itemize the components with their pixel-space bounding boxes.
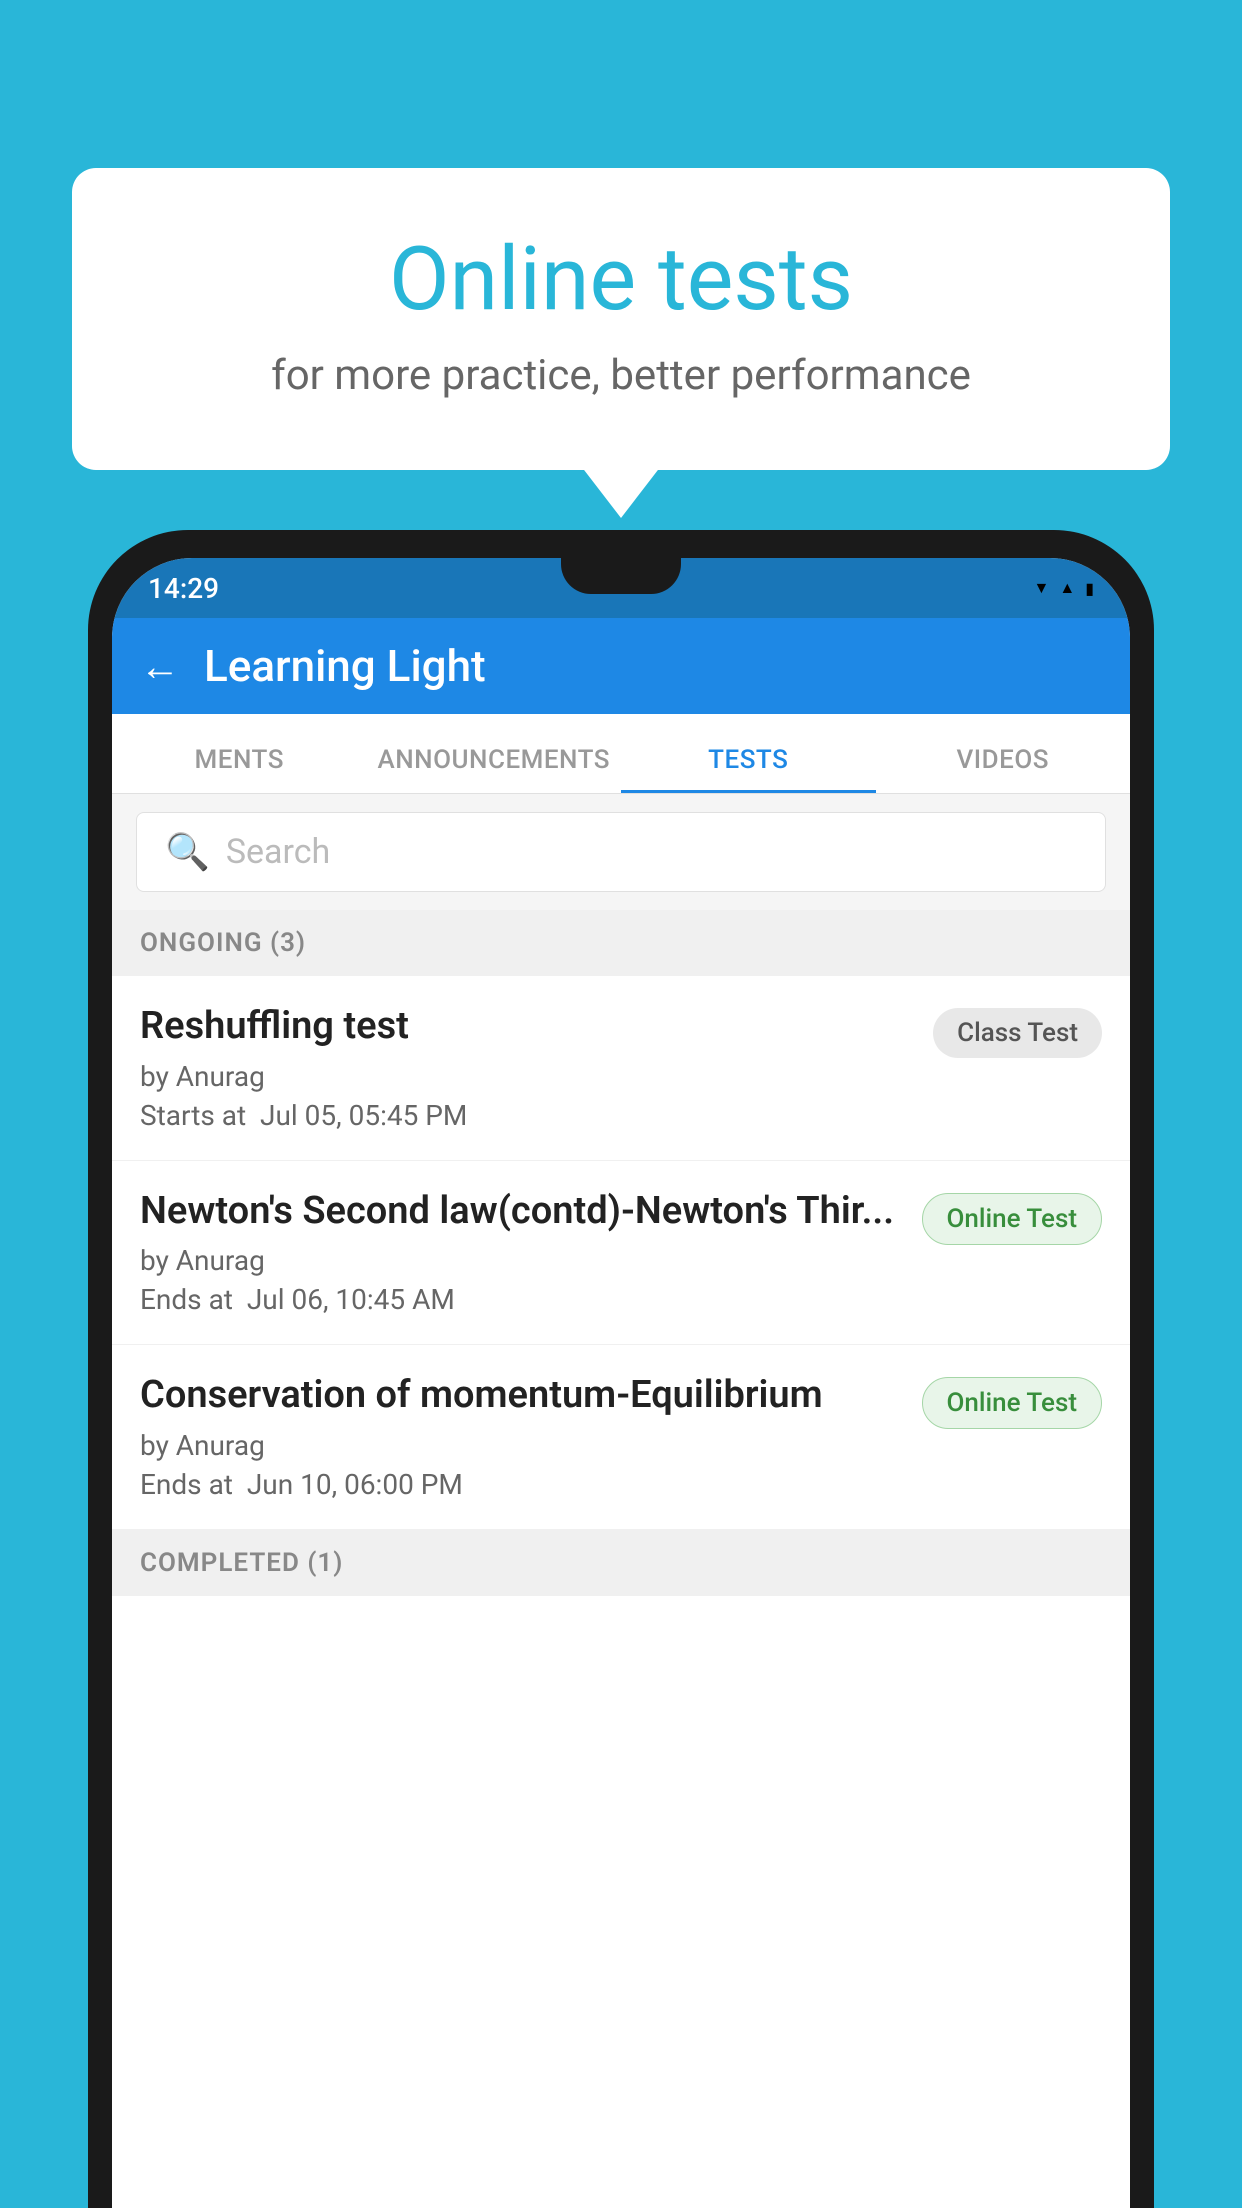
bubble-title: Online tests — [152, 228, 1090, 331]
wifi-icon: ▼ — [1034, 578, 1050, 598]
search-container: 🔍 Search — [112, 794, 1130, 910]
signal-icon: ▲ — [1059, 578, 1075, 598]
status-time: 14:29 — [148, 572, 219, 605]
tab-announcements[interactable]: ANNOUNCEMENTS — [367, 745, 622, 793]
tab-ments[interactable]: MENTS — [112, 745, 367, 793]
test-info: Reshuffling test by Anurag Starts at Jul… — [140, 1004, 933, 1132]
test-by: by Anurag — [140, 1244, 902, 1277]
test-date: Ends at Jun 10, 06:00 PM — [140, 1468, 902, 1501]
test-badge: Online Test — [922, 1377, 1103, 1429]
test-badge: Class Test — [933, 1008, 1102, 1058]
phone-notch — [561, 558, 681, 594]
test-item[interactable]: Reshuffling test by Anurag Starts at Jul… — [112, 976, 1130, 1161]
tab-bar: MENTS ANNOUNCEMENTS TESTS VIDEOS — [112, 714, 1130, 794]
test-info: Newton's Second law(contd)-Newton's Thir… — [140, 1189, 922, 1317]
test-info: Conservation of momentum-Equilibrium by … — [140, 1373, 922, 1501]
ongoing-section-header: ONGOING (3) — [112, 910, 1130, 976]
search-icon: 🔍 — [165, 831, 210, 873]
back-button[interactable]: ← — [140, 643, 180, 690]
test-date: Starts at Jul 05, 05:45 PM — [140, 1099, 913, 1132]
bubble-subtitle: for more practice, better performance — [152, 351, 1090, 400]
completed-section-header: COMPLETED (1) — [112, 1530, 1130, 1596]
promo-bubble: Online tests for more practice, better p… — [72, 168, 1170, 470]
app-header: ← Learning Light — [112, 618, 1130, 714]
test-name: Reshuffling test — [140, 1004, 913, 1050]
test-name: Conservation of momentum-Equilibrium — [140, 1373, 902, 1419]
test-by: by Anurag — [140, 1429, 902, 1462]
search-bar[interactable]: 🔍 Search — [136, 812, 1106, 892]
tests-list: Reshuffling test by Anurag Starts at Jul… — [112, 976, 1130, 1530]
battery-icon: ▮ — [1085, 579, 1094, 598]
phone-screen: 14:29 ▼ ▲ ▮ ← Learning Light MENTS ANNOU… — [112, 558, 1130, 2208]
tab-tests[interactable]: TESTS — [621, 745, 876, 793]
tab-videos[interactable]: VIDEOS — [876, 745, 1131, 793]
test-badge: Online Test — [922, 1193, 1103, 1245]
search-input[interactable]: Search — [226, 832, 330, 872]
test-item[interactable]: Newton's Second law(contd)-Newton's Thir… — [112, 1161, 1130, 1346]
status-icons: ▼ ▲ ▮ — [1034, 578, 1095, 598]
phone-frame: 14:29 ▼ ▲ ▮ ← Learning Light MENTS ANNOU… — [88, 530, 1154, 2208]
test-item[interactable]: Conservation of momentum-Equilibrium by … — [112, 1345, 1130, 1530]
app-title: Learning Light — [204, 640, 486, 692]
test-name: Newton's Second law(contd)-Newton's Thir… — [140, 1189, 902, 1235]
test-by: by Anurag — [140, 1060, 913, 1093]
test-date: Ends at Jul 06, 10:45 AM — [140, 1283, 902, 1316]
